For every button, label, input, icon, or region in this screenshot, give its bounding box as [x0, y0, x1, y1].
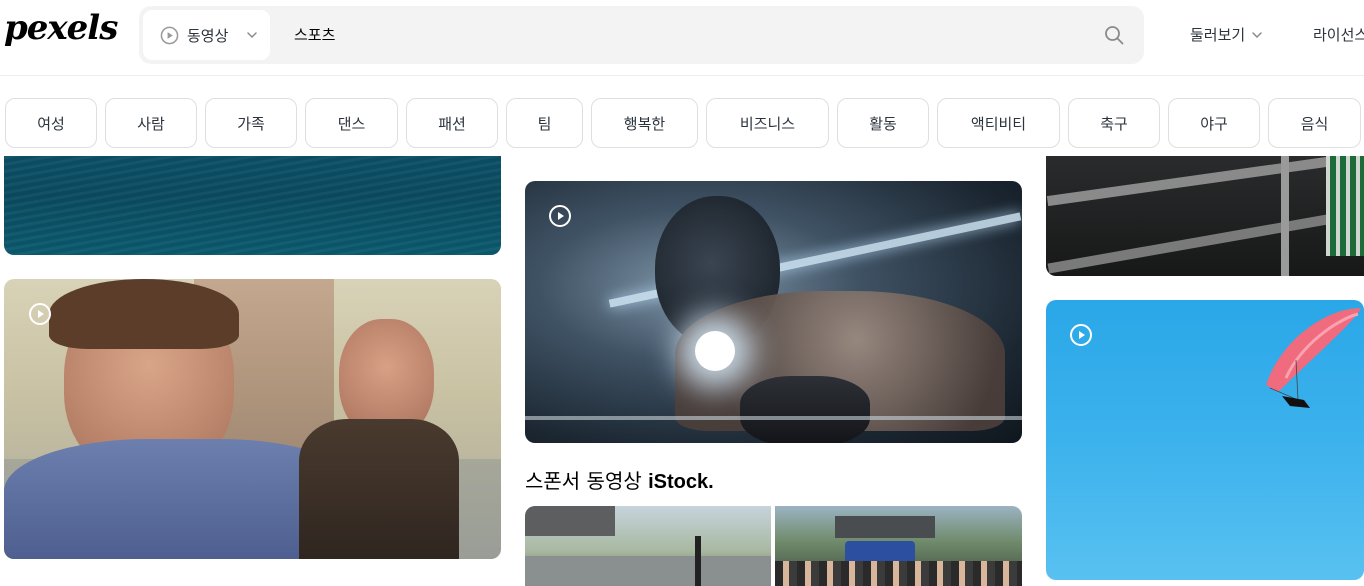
play-circle-icon	[1070, 324, 1092, 346]
chip-category[interactable]: 패션	[406, 98, 498, 148]
chip-category[interactable]: 축구	[1068, 98, 1160, 148]
nav-explore-label: 둘러보기	[1190, 26, 1246, 44]
nav-explore[interactable]: 둘러보기	[1190, 24, 1263, 45]
media-type-label: 동영상	[187, 27, 229, 45]
chip-category[interactable]: 사람	[105, 98, 197, 148]
crowd	[775, 561, 1022, 586]
net-green	[1326, 156, 1364, 256]
chip-category[interactable]: 활동	[837, 98, 929, 148]
play-circle-icon	[549, 205, 571, 227]
water-texture	[4, 156, 501, 255]
video-thumbnail-gym[interactable]	[1046, 156, 1364, 276]
sponsored-thumbnail-palace[interactable]	[525, 506, 771, 586]
video-thumbnail-two-men[interactable]	[4, 279, 501, 559]
media-type-selector[interactable]: 동영상	[143, 10, 270, 60]
search-input[interactable]	[292, 24, 992, 44]
chevron-down-icon	[247, 32, 257, 39]
chip-category[interactable]: 댄스	[305, 98, 398, 148]
chip-category[interactable]: 행복한	[591, 98, 698, 148]
chip-category[interactable]: 팀	[506, 98, 583, 148]
chip-category[interactable]: 음식	[1268, 98, 1361, 148]
search-icon[interactable]	[1103, 24, 1125, 46]
sponsor-text: 스폰서 동영상	[525, 469, 642, 493]
gate-roof	[525, 506, 615, 536]
jacket-brown	[299, 419, 459, 559]
chip-category[interactable]: 야구	[1168, 98, 1260, 148]
chip-category[interactable]: 가족	[205, 98, 297, 148]
video-thumbnail-boxer[interactable]	[525, 181, 1022, 443]
pexels-logo[interactable]: pexels	[4, 8, 118, 48]
search-bar: 동영상	[139, 6, 1144, 64]
ring-rope	[525, 416, 1022, 420]
boxing-glove	[740, 376, 870, 443]
chevron-down-icon	[1252, 31, 1262, 38]
hair-left	[49, 279, 239, 349]
top-header: pexels 동영상 둘러보기 라이선스	[0, 0, 1364, 76]
sponsored-videos-heading: 스폰서 동영상 iStock.	[525, 465, 714, 494]
category-chips: 여성 사람 가족 댄스 패션 팀 행복한 비즈니스 활동 액티비티 축구 야구 …	[0, 98, 1364, 148]
istock-logo[interactable]: iStock.	[648, 471, 714, 493]
traffic-pole	[695, 536, 701, 586]
nav-license[interactable]: 라이선스	[1313, 24, 1364, 45]
bar-1	[1046, 156, 1364, 207]
chip-category[interactable]: 비즈니스	[706, 98, 829, 148]
palace-roof	[835, 516, 935, 538]
chip-category[interactable]: 액티비티	[937, 98, 1060, 148]
paraglider	[1266, 308, 1361, 408]
sponsored-thumbnail-crowd[interactable]	[775, 506, 1022, 586]
post	[1281, 156, 1289, 276]
play-circle-icon	[160, 26, 179, 45]
chip-category[interactable]: 여성	[5, 98, 97, 148]
bar-2	[1047, 208, 1363, 274]
video-thumbnail-paraglider[interactable]	[1046, 300, 1364, 580]
play-circle-icon	[29, 303, 51, 325]
video-thumbnail-ocean[interactable]	[4, 156, 501, 255]
glare	[695, 331, 735, 371]
